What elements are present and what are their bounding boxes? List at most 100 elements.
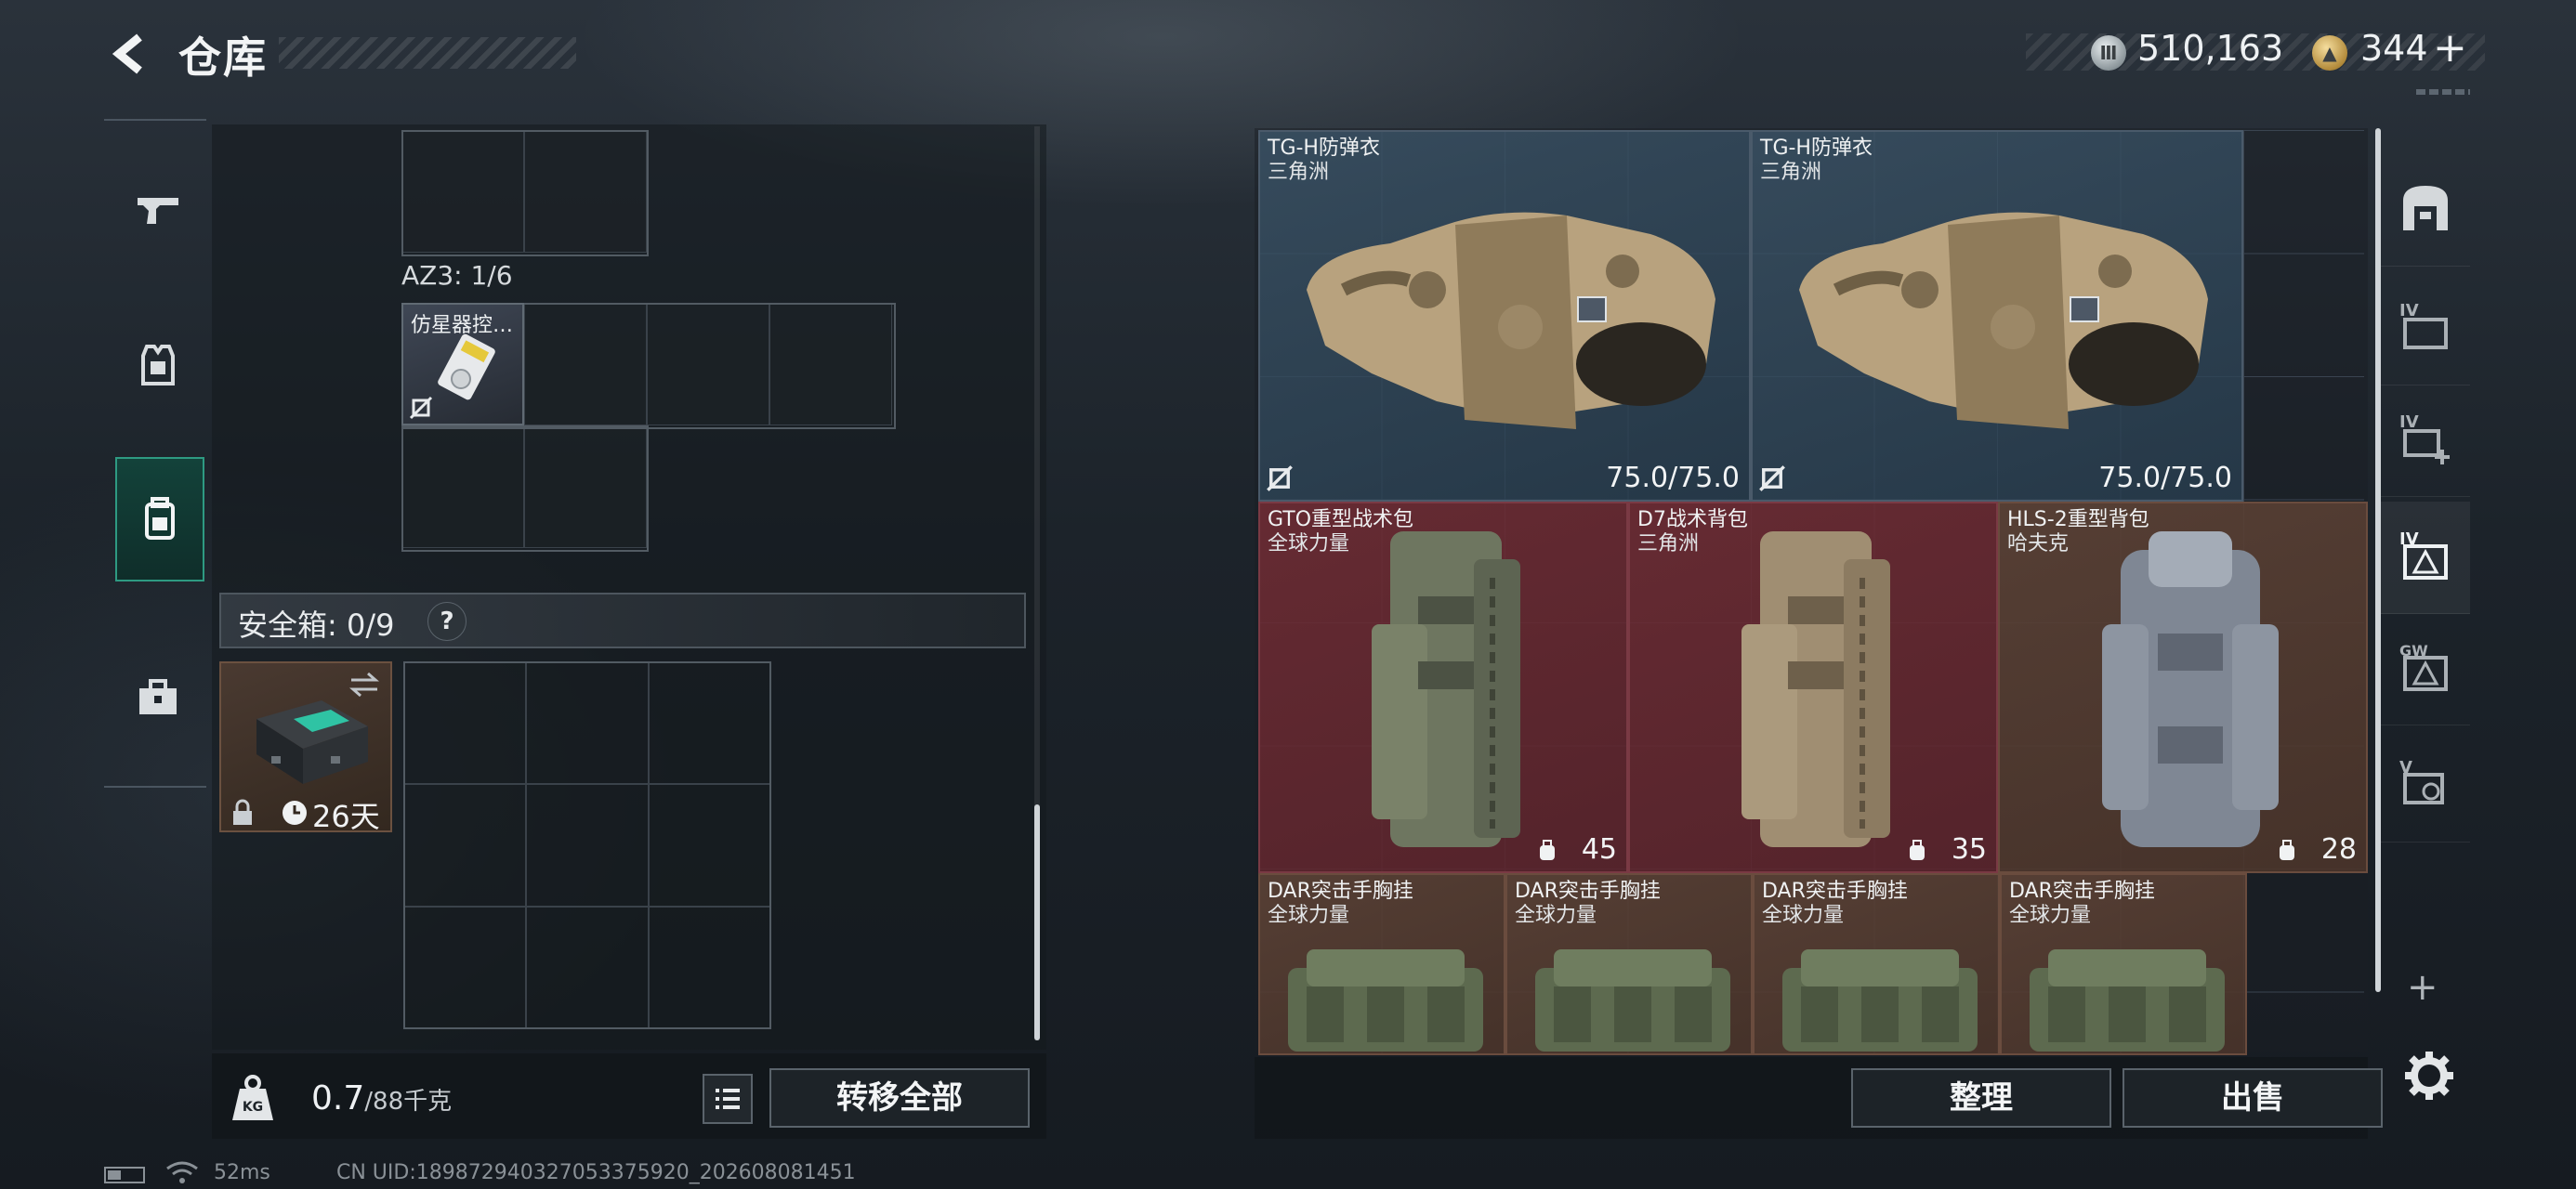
safebox-cell[interactable] [403, 907, 526, 1029]
pistol-icon [138, 198, 178, 224]
safebox-cell[interactable] [649, 907, 771, 1029]
item-capacity: 35 [1951, 833, 1987, 866]
grid-cell[interactable] [647, 303, 769, 425]
backpack-image [1372, 531, 1520, 847]
item-name: TG-H防弹衣 [1760, 137, 1873, 160]
stash-item-chest-rig[interactable]: DAR突击手胸挂 全球力量 [1258, 873, 1505, 1055]
add-currency-button[interactable]: + [2433, 24, 2467, 72]
stash-item-chest-rig[interactable]: DAR突击手胸挂 全球力量 [1505, 873, 1753, 1055]
category-tabs [104, 119, 206, 788]
item-brand: 全球力量 [1268, 532, 1350, 555]
container-label: AZ3: 1/6 [401, 260, 513, 291]
title-decoration [279, 37, 576, 69]
tab-stash-page-5[interactable]: V [2381, 730, 2470, 843]
stash-item-armor[interactable]: TG-H防弹衣 三角洲 75.0/75.0 [1258, 130, 1751, 502]
backpack-image [1741, 531, 1890, 847]
toolbox-icon [139, 679, 177, 714]
tab-backpacks[interactable] [115, 457, 204, 581]
item-durability: 75.0/75.0 [1606, 462, 1740, 494]
add-stash-page-button[interactable]: + [2407, 966, 2438, 1009]
carry-capacity: /88千克 [364, 1088, 453, 1116]
stash-item-armor[interactable]: TG-H防弹衣 三角洲 75.0/75.0 [1751, 130, 2243, 502]
no-trade-icon [1267, 465, 1293, 491]
body-armor-image [1799, 212, 2208, 429]
back-button[interactable] [102, 26, 158, 82]
tab-stash-page-3[interactable]: IV [2381, 502, 2470, 614]
grid-cell[interactable] [401, 130, 524, 253]
safebox-cell[interactable] [403, 661, 526, 784]
backpack-icon [145, 497, 175, 540]
tab-stash-page-4[interactable]: GW [2381, 613, 2470, 725]
item-brand: 哈夫克 [2007, 532, 2070, 555]
item-stellarator-control[interactable]: 仿星器控… [401, 303, 524, 425]
sort-button[interactable]: 整理 [1851, 1068, 2111, 1128]
weight-icon: KG [232, 1075, 273, 1120]
item-name: DAR突击手胸挂 [1762, 880, 1908, 903]
grid-cell[interactable] [524, 130, 647, 253]
stash-add-icon: IV [2399, 412, 2450, 464]
lock-icon [233, 799, 252, 825]
chest-rig-image [2030, 949, 2225, 1052]
transfer-all-button[interactable]: 转移全部 [769, 1068, 1030, 1128]
settings-button[interactable] [2401, 1048, 2457, 1104]
gear-icon [2405, 1052, 2453, 1100]
item-name: DAR突击手胸挂 [1515, 880, 1661, 903]
safebox-cell[interactable] [526, 784, 649, 907]
tab-label: IV [2399, 412, 2419, 432]
item-brand: 全球力量 [1268, 904, 1350, 927]
item-capacity: 28 [2320, 833, 2357, 866]
silver-coin-icon: Ⅲ [2091, 35, 2126, 71]
item-durability: 75.0/75.0 [2098, 462, 2232, 494]
stash-item-chest-rig[interactable]: DAR突击手胸挂 全球力量 [1753, 873, 2000, 1055]
carry-weight: 0.7/88千克 [311, 1079, 452, 1117]
list-icon [716, 1089, 740, 1109]
capacity-icon [1540, 840, 1555, 860]
item-brand: 三角洲 [1637, 532, 1700, 555]
no-trade-icon [1759, 465, 1785, 491]
tab-stash-page-1[interactable]: IV [2381, 273, 2470, 385]
stash-item-backpack[interactable]: GTO重型战术包 全球力量 45 [1258, 502, 1628, 873]
safebox-cell[interactable] [403, 784, 526, 907]
tab-armor[interactable] [115, 305, 201, 425]
sell-button[interactable]: 出售 [2123, 1068, 2383, 1128]
weight-icon-text: KG [243, 1100, 263, 1115]
item-capacity: 45 [1581, 833, 1617, 866]
list-view-button[interactable] [703, 1074, 753, 1124]
safebox-cell[interactable] [526, 907, 649, 1029]
safebox-cell[interactable] [526, 661, 649, 784]
item-brand: 全球力量 [1515, 904, 1597, 927]
safebox-case-item[interactable]: 26天 [219, 661, 392, 834]
item-brand: 全球力量 [2009, 904, 2092, 927]
grid-cell[interactable] [524, 425, 647, 548]
battery-icon [104, 1167, 145, 1183]
tab-weapons[interactable] [115, 149, 201, 269]
capacity-icon [2280, 840, 2294, 860]
chest-rig-image [1288, 949, 1483, 1052]
safebox-cell[interactable] [649, 661, 771, 784]
stash-warning-icon: GW [2399, 642, 2448, 691]
stash-search-icon: V [2399, 758, 2444, 804]
grid-cell[interactable] [401, 425, 524, 548]
safebox-days-remaining: 26天 [312, 799, 380, 834]
item-name: DAR突击手胸挂 [2009, 880, 2155, 903]
tab-stash-main[interactable] [2381, 154, 2470, 267]
grid-cell[interactable] [524, 303, 647, 425]
item-brand: 三角洲 [1268, 161, 1330, 184]
tab-stash-page-2[interactable]: IV [2381, 385, 2470, 497]
clock-icon [283, 801, 307, 825]
uid-text: CN UID:1898729403270533759​20_2026080814… [336, 1161, 856, 1184]
storage-scrollbar-thumb[interactable] [1034, 804, 1040, 1040]
stash-item-chest-rig[interactable]: DAR突击手胸挂 全球力量 [2000, 873, 2247, 1055]
no-trade-icon [409, 396, 433, 420]
chest-rig-image [1535, 949, 1730, 1052]
grid-cell[interactable] [769, 303, 892, 425]
wifi-icon [166, 1161, 198, 1183]
stash-item-backpack[interactable]: HLS-2重型背包 哈夫克 28 [1998, 502, 2368, 873]
stash-item-backpack[interactable]: D7战术背包 三角洲 35 [1628, 502, 1998, 873]
tab-tools[interactable] [115, 637, 201, 758]
safebox-label: 安全箱: 0/9 [238, 608, 395, 643]
gold-amount: 344 [2360, 28, 2428, 69]
safebox-cell[interactable] [649, 784, 771, 907]
help-icon[interactable]: ? [427, 602, 467, 641]
back-arrow-icon [112, 33, 142, 74]
